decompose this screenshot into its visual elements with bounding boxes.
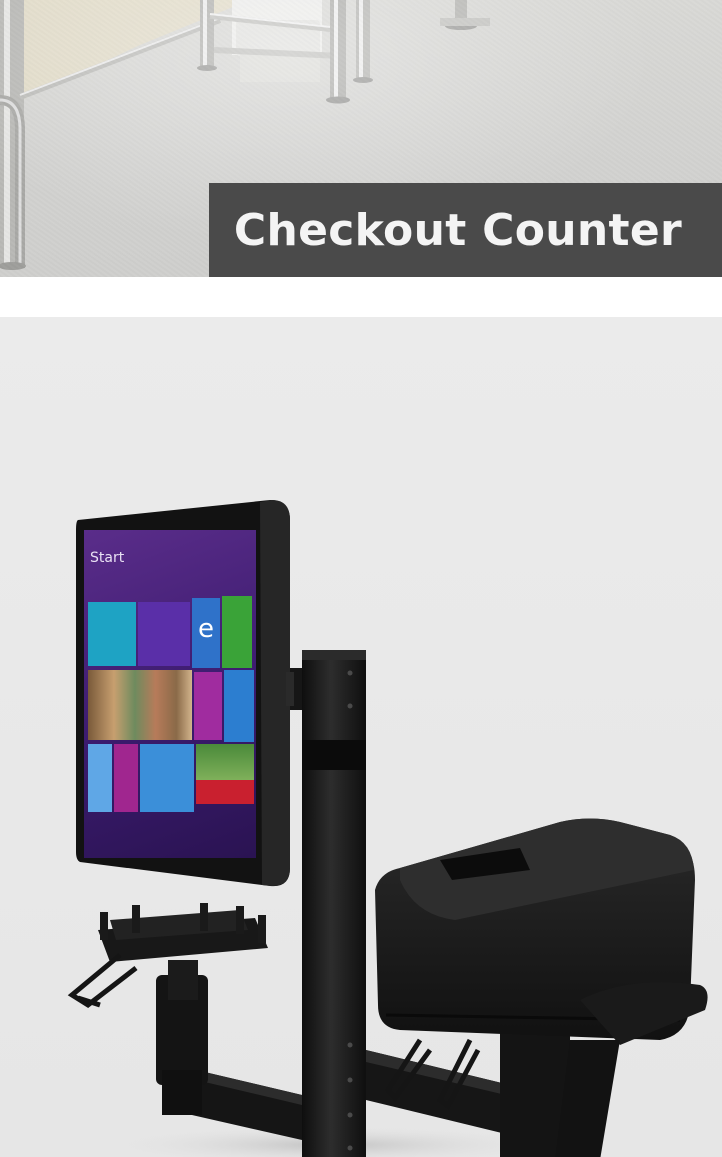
checkout-counter-photo: Checkout Counter <box>0 0 722 277</box>
tile-bulb <box>140 744 194 812</box>
tile-photos <box>88 670 192 740</box>
section-gap <box>0 277 722 317</box>
pos-stand-product-image: Start e <box>0 317 722 1157</box>
page: Checkout Counter Start e <box>0 0 722 1157</box>
tile-store-icon <box>222 596 252 668</box>
tile-browser-icon: e <box>192 598 220 668</box>
tile-calendar <box>138 602 190 666</box>
tile-games <box>194 672 222 740</box>
tile-flower <box>88 744 112 812</box>
tile-weather-icon <box>224 670 254 742</box>
checkout-counter-caption: Checkout Counter <box>233 204 682 256</box>
tile-messages <box>114 744 138 812</box>
main-pole <box>302 650 366 1157</box>
start-screen-label: Start <box>90 550 125 566</box>
checkout-counter-caption-box: Checkout Counter <box>209 183 722 277</box>
tile-sports <box>196 744 254 804</box>
monitor-screen: Start e <box>84 530 256 858</box>
tile-welcome <box>88 602 136 666</box>
